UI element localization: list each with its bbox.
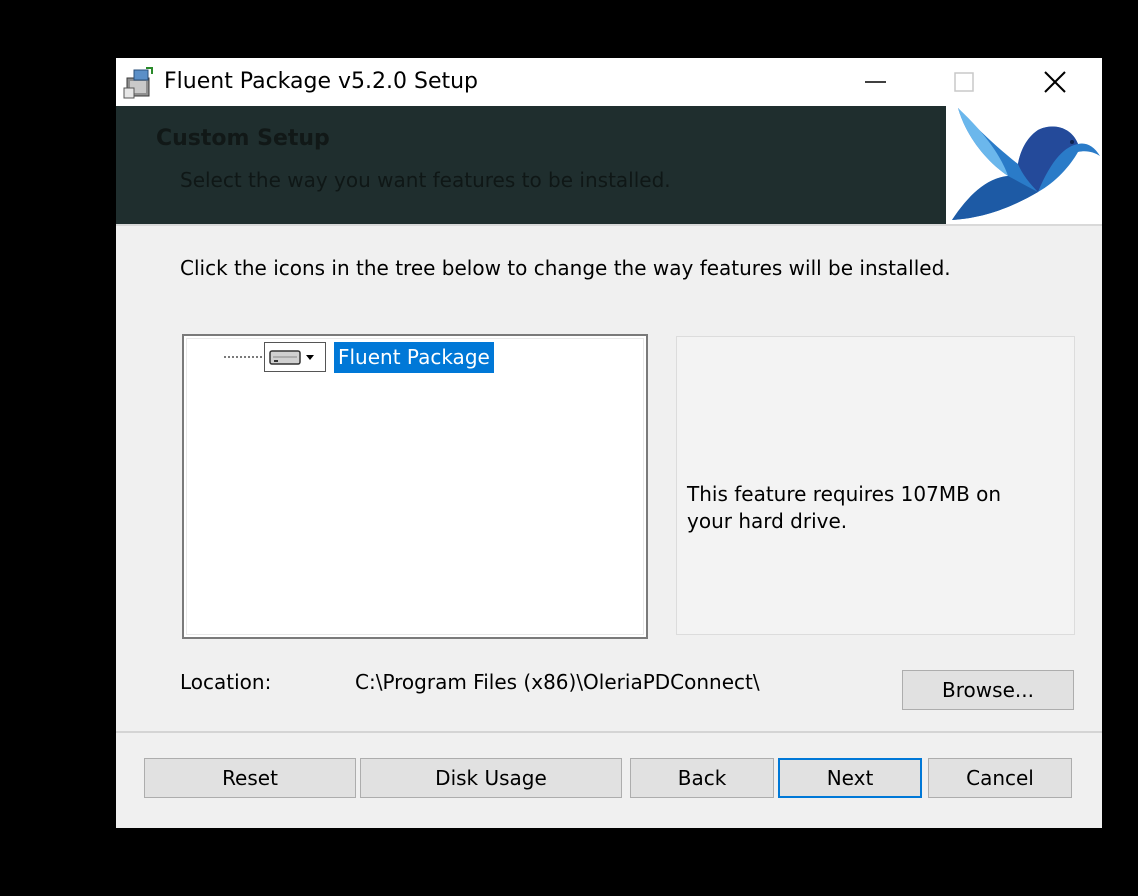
next-button[interactable]: Next	[778, 758, 922, 798]
location-path: C:\Program Files (x86)\OleriaPDConnect\	[355, 670, 760, 694]
title-bar[interactable]: Fluent Package v5.2.0 Setup	[116, 58, 1102, 106]
footer-separator	[116, 731, 1102, 733]
feature-description-panel: This feature requires 107MB on your hard…	[676, 336, 1075, 635]
banner-separator	[116, 224, 1102, 226]
disk-usage-button[interactable]: Disk Usage	[360, 758, 622, 798]
setup-window: Fluent Package v5.2.0 Setup Custom Setup…	[116, 58, 1102, 828]
maximize-icon	[954, 72, 974, 92]
minimize-icon	[865, 81, 886, 83]
banner-title: Custom Setup	[156, 126, 330, 151]
close-button[interactable]	[1009, 58, 1099, 106]
back-button[interactable]: Back	[630, 758, 774, 798]
minimize-button[interactable]	[829, 58, 919, 106]
maximize-button[interactable]	[919, 58, 1009, 106]
feature-tree[interactable]: Fluent Package	[182, 334, 648, 639]
hard-drive-icon	[269, 350, 301, 365]
header-banner: Custom Setup Select the way you want fea…	[116, 106, 1102, 224]
browse-button[interactable]: Browse...	[902, 670, 1074, 710]
instructions-text: Click the icons in the tree below to cha…	[180, 256, 951, 280]
banner-subtitle: Select the way you want features to be i…	[180, 168, 671, 192]
fluentd-bird-logo	[946, 106, 1102, 224]
installer-app-icon	[122, 66, 156, 100]
tree-connector	[224, 356, 262, 358]
tree-item-fluent-package[interactable]: Fluent Package	[334, 342, 494, 373]
cancel-button[interactable]: Cancel	[928, 758, 1072, 798]
location-label: Location:	[180, 670, 272, 694]
reset-button[interactable]: Reset	[144, 758, 356, 798]
close-icon	[1044, 71, 1066, 93]
feature-requirement-text: This feature requires 107MB on your hard…	[687, 482, 1002, 533]
feature-state-dropdown[interactable]	[264, 342, 326, 372]
dropdown-arrow-icon	[306, 355, 314, 360]
window-title: Fluent Package v5.2.0 Setup	[164, 69, 479, 94]
